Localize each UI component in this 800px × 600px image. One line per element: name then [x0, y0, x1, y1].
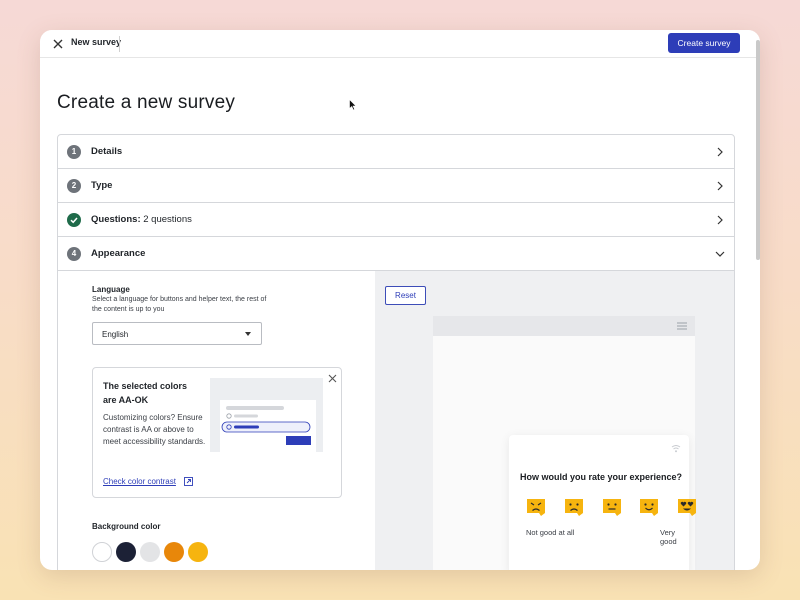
swatch-light-gray[interactable]: [140, 542, 160, 562]
language-select-value: English: [102, 330, 129, 339]
step-label: Appearance: [91, 248, 146, 259]
step-appearance[interactable]: 4 Appearance: [58, 237, 734, 271]
step-label: Questions: 2 questions: [91, 214, 192, 225]
swatch-navy[interactable]: [116, 542, 136, 562]
preview-page-mock: How would you rate your experience? Not …: [433, 316, 696, 570]
create-survey-button[interactable]: Create survey: [668, 33, 740, 53]
language-help-text: Select a language for buttons and helper…: [92, 296, 267, 313]
chevron-right-icon: [717, 147, 723, 157]
step-label-detail: 2 questions: [140, 214, 192, 225]
swatch-white[interactable]: [92, 542, 112, 562]
swatch-orange[interactable]: [164, 542, 184, 562]
scrollbar[interactable]: [756, 40, 760, 260]
step-label: Type: [91, 180, 113, 191]
step-number-badge: 2: [67, 179, 81, 193]
rating-low-label: Not good at all: [526, 528, 575, 537]
external-link-icon[interactable]: [184, 477, 193, 486]
swatch-yellow[interactable]: [188, 542, 208, 562]
angry-face-icon[interactable]: [525, 497, 547, 517]
background-color-label: Background color: [92, 522, 161, 531]
mouse-cursor-icon: [349, 99, 357, 111]
color-swatches: [92, 542, 222, 562]
window-title: New survey: [71, 37, 122, 47]
close-icon[interactable]: [327, 373, 338, 384]
survey-window: New survey Create survey Create a new su…: [40, 30, 760, 570]
heart-eyes-face-icon[interactable]: [676, 497, 698, 517]
language-select[interactable]: English: [92, 322, 262, 345]
divider: [119, 36, 120, 52]
chevron-down-icon: [715, 251, 725, 257]
step-label-title: Questions:: [91, 214, 141, 225]
neutral-face-icon[interactable]: [601, 497, 623, 517]
chevron-right-icon: [717, 181, 723, 191]
step-number-badge: 4: [67, 247, 81, 261]
caret-down-icon: [245, 332, 251, 336]
preview-page-header: [433, 316, 695, 336]
contrast-illustration: [210, 378, 323, 452]
signal-icon: [671, 445, 681, 453]
survey-preview-panel: Reset How would you rate your experience…: [375, 271, 734, 570]
reset-button[interactable]: Reset: [385, 286, 426, 305]
step-type[interactable]: 2 Type: [58, 169, 734, 203]
step-label: Details: [91, 146, 123, 157]
language-label: Language: [92, 285, 130, 294]
contrast-info-card: The selected colors are AA-OK Customizin…: [92, 367, 342, 498]
info-card-body: Customizing colors? Ensure contrast is A…: [103, 413, 206, 446]
page-title: Create a new survey: [57, 92, 236, 113]
sad-face-icon[interactable]: [563, 497, 585, 517]
step-questions[interactable]: Questions: 2 questions: [58, 203, 734, 237]
checkmark-circle-icon: [67, 213, 81, 227]
chevron-right-icon: [717, 215, 723, 225]
check-contrast-link[interactable]: Check color contrast: [103, 477, 176, 486]
steps-accordion: 1 Details 2 Type Questions: 2 questions: [57, 134, 735, 570]
step-number-badge: 1: [67, 145, 81, 159]
step-details[interactable]: 1 Details: [58, 135, 734, 169]
menu-icon: [677, 322, 687, 330]
survey-question: How would you rate your experience?: [520, 472, 683, 482]
rating-high-label: Very good: [660, 528, 677, 546]
top-bar: New survey Create survey: [40, 30, 760, 58]
smile-face-icon[interactable]: [638, 497, 660, 517]
survey-popup-card: How would you rate your experience? Not …: [509, 435, 696, 570]
info-card-title: The selected colors are AA-OK: [103, 381, 188, 405]
close-icon[interactable]: [50, 36, 66, 52]
